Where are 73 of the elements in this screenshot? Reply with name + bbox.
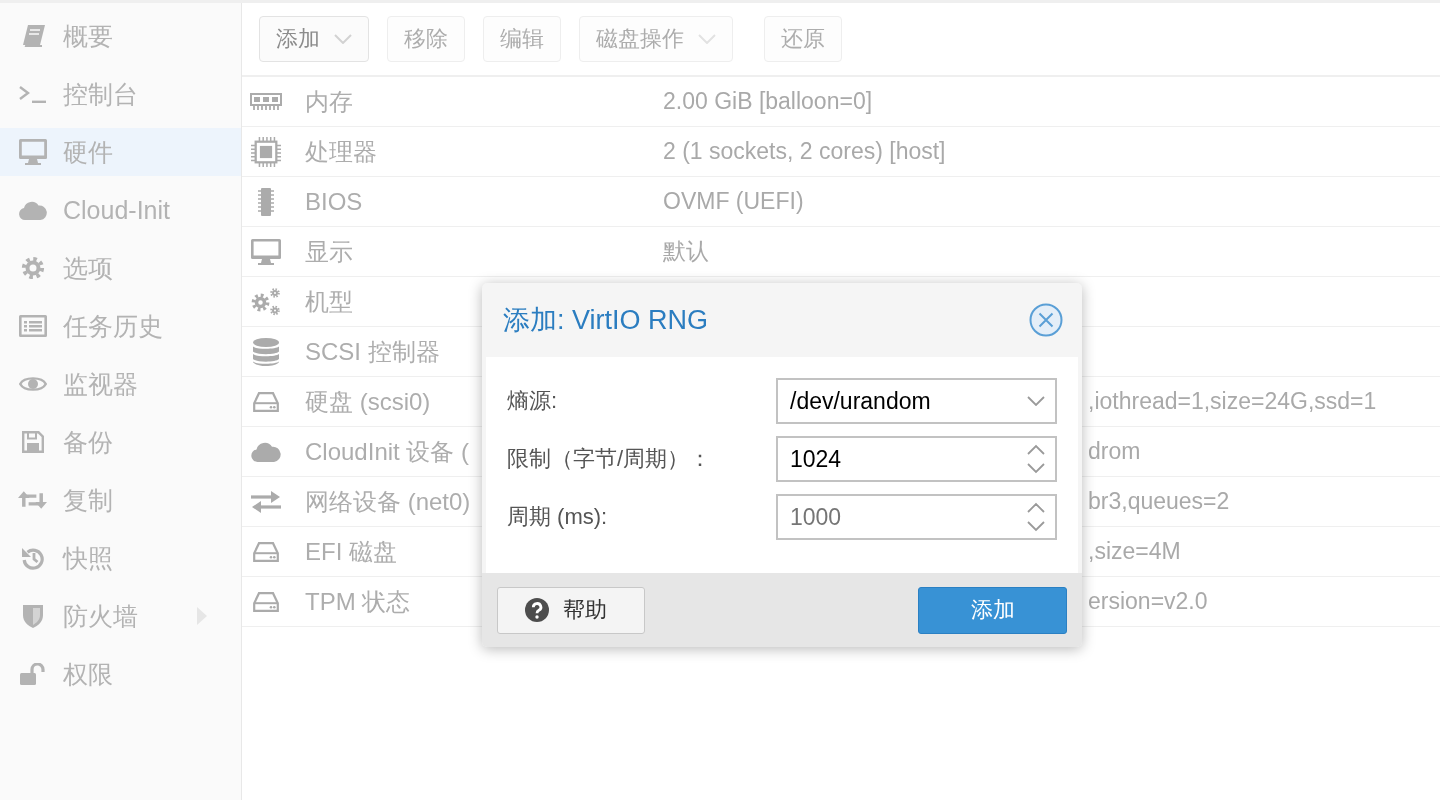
row-label: 硬盘 (scsi0): [305, 386, 431, 417]
table-row[interactable]: 处理器 2 (1 sockets, 2 cores) [host]: [242, 127, 1440, 177]
unlocked-padlock-icon: [19, 663, 46, 685]
row-value: 2.00 GiB [balloon=0]: [663, 88, 873, 115]
table-row[interactable]: BIOS OVMF (UEFI): [242, 177, 1440, 227]
hard-drive-icon: [253, 391, 279, 412]
add-button[interactable]: 添加: [918, 586, 1067, 634]
dialog-title: 添加: VirtIO RNG: [503, 304, 709, 337]
spinner-arrows-icon[interactable]: [1027, 444, 1045, 474]
row-label: CloudInit 设备 (: [305, 436, 470, 467]
row-label: SCSI 控制器: [305, 336, 440, 367]
list-icon: [18, 315, 47, 337]
help-button[interactable]: 帮助: [497, 586, 645, 634]
field-label: 限制（字节/周期）：: [507, 445, 712, 473]
sidebar-item[interactable]: 权限: [0, 650, 241, 698]
sidebar-item[interactable]: 控制台: [0, 70, 241, 118]
row-value: 2 (1 sockets, 2 cores) [host]: [663, 138, 946, 165]
row-label: 网络设备 (net0): [305, 486, 471, 517]
row-value: OVMF (UEFI): [663, 188, 804, 215]
row-value: 默认: [663, 237, 709, 266]
hard-drive-icon: [253, 541, 279, 562]
hard-drive-icon: [253, 591, 279, 612]
row-value: ,size=4M: [1088, 538, 1181, 565]
table-row[interactable]: 显示 默认: [242, 227, 1440, 277]
monitor-icon: [18, 139, 47, 165]
table-row[interactable]: 内存 2.00 GiB [balloon=0]: [242, 77, 1440, 127]
number-field[interactable]: 1024: [776, 436, 1057, 482]
sidebar-item[interactable]: Cloud-Init: [0, 186, 241, 234]
sidebar-item[interactable]: 备份: [0, 418, 241, 466]
question-mark-icon: [525, 598, 549, 622]
gears-icon: [251, 287, 281, 316]
row-label: 显示: [305, 236, 353, 267]
exchange-arrows-icon: [251, 490, 281, 513]
cpu-chip-icon: [251, 136, 281, 167]
row-label: TPM 状态: [305, 586, 411, 617]
field-label: 周期 (ms):: [507, 503, 608, 531]
sidebar-item[interactable]: 任务历史: [0, 302, 241, 350]
monitor-icon: [251, 238, 281, 265]
field-label: 熵源:: [507, 387, 558, 415]
number-field[interactable]: 1000: [776, 494, 1057, 540]
row-label: 处理器: [305, 136, 377, 167]
close-icon[interactable]: [1029, 303, 1063, 337]
row-value: br3,queues=2: [1088, 488, 1230, 515]
sidebar-item[interactable]: 复制: [0, 476, 241, 524]
sidebar-item[interactable]: 选项: [0, 244, 241, 292]
chevron-down-icon[interactable]: [1027, 396, 1045, 406]
memory-module-icon: [250, 92, 282, 111]
sidebar-item[interactable]: 监视器: [0, 360, 241, 408]
book-icon: [20, 25, 45, 47]
shield-icon: [22, 604, 43, 628]
row-label: BIOS: [305, 187, 363, 216]
cloud-icon: [251, 441, 281, 462]
gear-icon: [20, 256, 45, 280]
row-label: 内存: [305, 86, 353, 117]
row-value: drom: [1088, 438, 1141, 465]
terminal-icon: [18, 85, 47, 103]
database-icon: [253, 337, 279, 366]
chip-icon: [258, 187, 274, 216]
sidebar-item[interactable]: 快照: [0, 534, 241, 582]
select-field[interactable]: /dev/urandom: [776, 378, 1057, 424]
spinner-arrows-icon[interactable]: [1027, 502, 1045, 532]
cloud-icon: [18, 200, 47, 220]
toolbar-button[interactable]: 添加: [259, 16, 369, 62]
row-value: ersion=v2.0: [1088, 588, 1208, 615]
row-value: ,iothread=1,size=24G,ssd=1: [1088, 388, 1377, 415]
row-label: 机型: [305, 286, 353, 317]
sidebar-item[interactable]: 硬件: [0, 128, 241, 176]
eye-icon: [18, 375, 47, 393]
repeat-arrows-icon: [18, 490, 47, 510]
history-icon: [20, 546, 45, 570]
row-label: EFI 磁盘: [305, 536, 397, 567]
sidebar-item[interactable]: 防火墙: [0, 592, 241, 640]
sidebar-item[interactable]: 概要: [0, 12, 241, 60]
